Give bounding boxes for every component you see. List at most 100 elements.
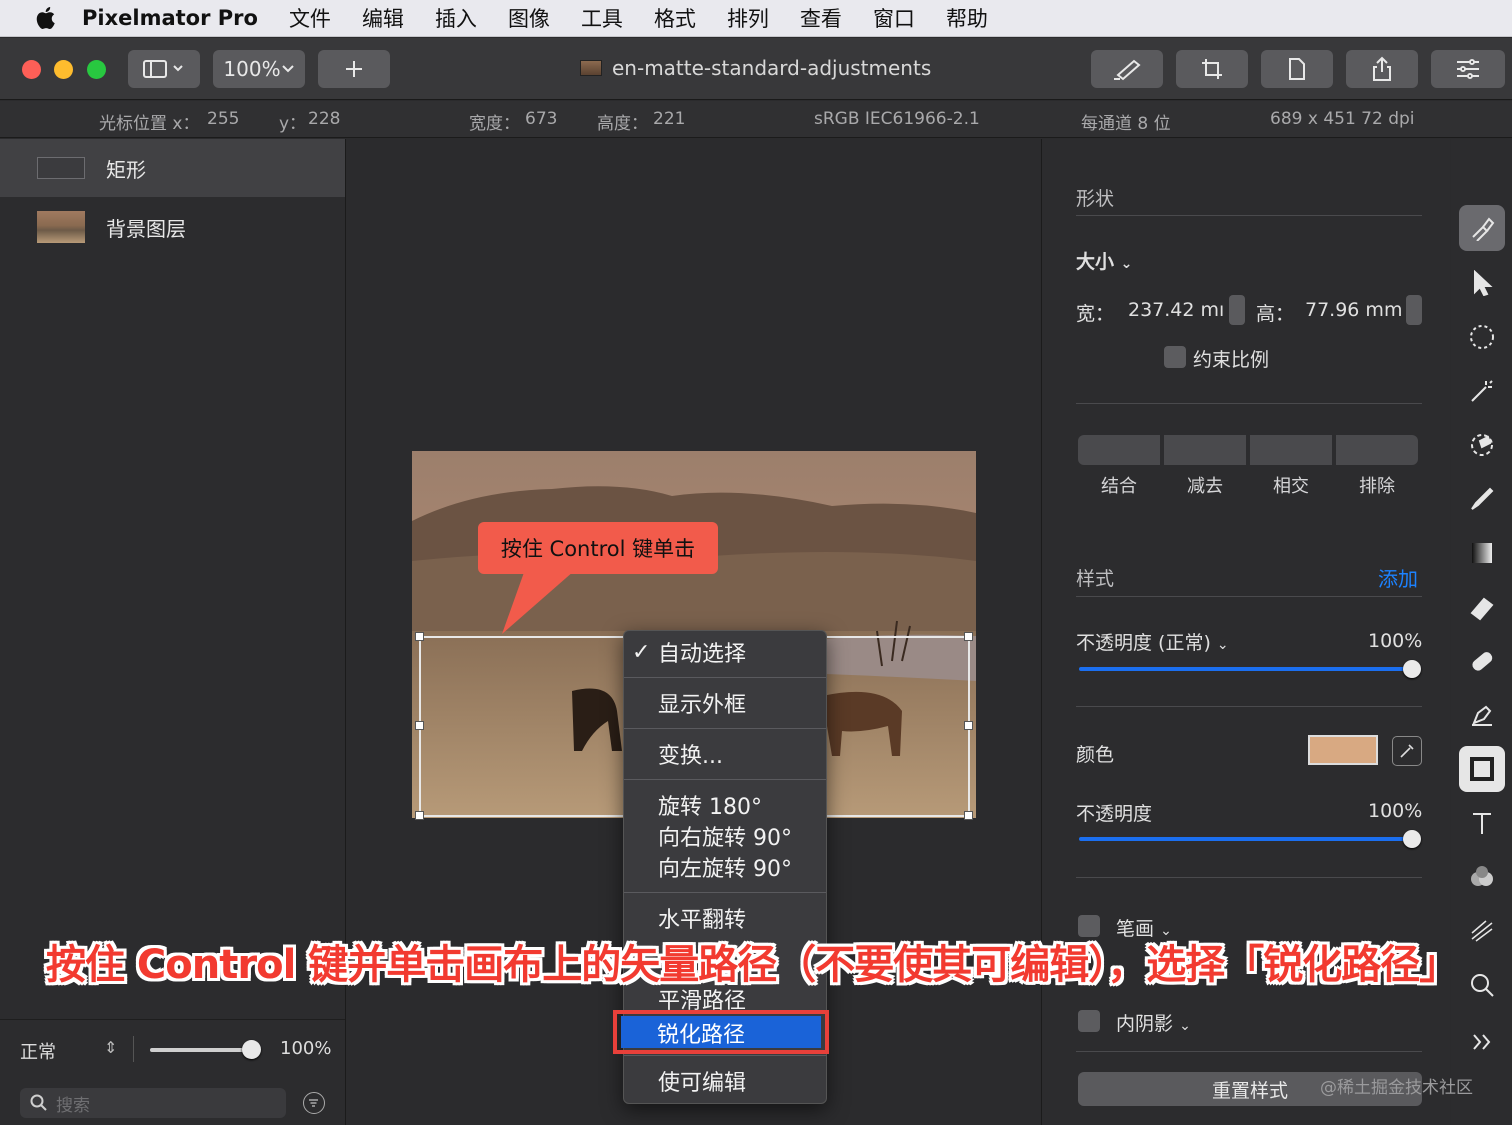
repair-icon[interactable]	[1459, 638, 1505, 684]
menu-image[interactable]: 图像	[508, 3, 550, 33]
menu-item-make-editable[interactable]: 使可编辑	[624, 1065, 826, 1097]
menu-item-label: 变换...	[658, 744, 723, 769]
arrange-tool-icon[interactable]	[1459, 260, 1505, 306]
menu-edit[interactable]: 编辑	[362, 3, 404, 33]
constrain-proportions-label: 约束比例	[1193, 349, 1270, 371]
layer-opacity-slider-thumb[interactable]	[242, 1040, 261, 1059]
color-adjust-icon[interactable]	[1459, 422, 1505, 468]
resize-handle[interactable]	[964, 721, 973, 730]
apple-logo-icon[interactable]	[34, 5, 60, 31]
layer-opacity-slider[interactable]	[150, 1048, 254, 1052]
style-tool-icon[interactable]	[1459, 205, 1505, 251]
inspector-toggle-button[interactable]	[1431, 50, 1505, 88]
height-field[interactable]: 77.96 mm	[1305, 299, 1402, 321]
layer-row-background[interactable]: 背景图层	[0, 198, 345, 256]
app-name-menu[interactable]: Pixelmator Pro	[82, 6, 258, 30]
magic-wand-icon[interactable]	[1459, 368, 1505, 414]
layer-row-rectangle[interactable]: 矩形	[0, 139, 345, 197]
chevron-down-icon: ⌄	[1216, 637, 1229, 653]
menu-arrange[interactable]: 排列	[727, 3, 769, 33]
opacity-normal-dropdown[interactable]: 不透明度 (正常) ⌄	[1076, 628, 1229, 655]
constrain-proportions-checkbox[interactable]	[1164, 346, 1186, 368]
menu-window[interactable]: 窗口	[873, 3, 915, 33]
inner-shadow-checkbox[interactable]	[1078, 1010, 1100, 1032]
menu-view[interactable]: 查看	[800, 3, 842, 33]
menu-tools[interactable]: 工具	[581, 3, 623, 33]
resize-handle[interactable]	[964, 632, 973, 641]
zoom-dropdown[interactable]: 100%	[213, 50, 305, 88]
menu-format[interactable]: 格式	[654, 3, 696, 33]
selection-height-value: 221	[653, 109, 686, 129]
blend-mode-stepper-icon[interactable]: ⇕	[104, 1038, 117, 1057]
menu-help[interactable]: 帮助	[946, 3, 988, 33]
resize-handle[interactable]	[415, 811, 424, 820]
opacity-normal-slider[interactable]	[1079, 667, 1412, 671]
cursor-y-label: y：	[279, 114, 307, 134]
menu-item-flip-horizontal[interactable]: 水平翻转	[624, 902, 826, 934]
menu-insert[interactable]: 插入	[435, 3, 477, 33]
zoom-value: 100%	[223, 57, 281, 81]
menu-item-transform[interactable]: 变换...	[624, 738, 826, 770]
subtract-button[interactable]	[1164, 435, 1246, 465]
image-size: 689 x 451 72 dpi	[1270, 109, 1415, 129]
info-bar: 光标位置 x： 255 y： 228 宽度： 673 高度： 221 sRGB …	[0, 101, 1512, 138]
height-stepper[interactable]	[1406, 295, 1422, 325]
effects-icon[interactable]	[1459, 854, 1505, 900]
menu-item-label: 使可编辑	[658, 1071, 747, 1096]
paint-icon[interactable]	[1459, 476, 1505, 522]
share-button[interactable]	[1346, 50, 1418, 88]
zoom-window-button[interactable]	[87, 60, 106, 79]
menu-separator	[624, 779, 826, 780]
selection-width-label: 宽度：	[469, 114, 520, 134]
opacity-normal-label: 不透明度 (正常)	[1076, 632, 1211, 654]
combine-button[interactable]	[1078, 435, 1160, 465]
divider	[1076, 215, 1422, 216]
filter-icon[interactable]	[303, 1092, 325, 1114]
size-dropdown[interactable]: 大小 ⌄	[1076, 247, 1132, 274]
chevron-down-icon: ⌄	[1120, 256, 1133, 272]
sidebar-toggle-button[interactable]	[128, 50, 200, 88]
blend-mode-select[interactable]: 正常	[20, 1038, 56, 1064]
menu-item-auto-select[interactable]: ✓ 自动选择	[624, 636, 826, 668]
layer-search-field[interactable]: 搜索	[20, 1088, 286, 1118]
resize-handle[interactable]	[415, 632, 424, 641]
add-style-button[interactable]: 添加	[1378, 563, 1418, 592]
close-window-button[interactable]	[22, 60, 41, 79]
document-button[interactable]	[1261, 50, 1333, 88]
eraser-icon[interactable]	[1459, 584, 1505, 630]
add-button[interactable]	[318, 50, 390, 88]
resize-handle[interactable]	[964, 811, 973, 820]
menu-item-rotate-right-90[interactable]: 向右旋转 90°	[624, 820, 826, 852]
menu-item-rotate-left-90[interactable]: 向左旋转 90°	[624, 851, 826, 883]
menu-file[interactable]: 文件	[289, 3, 331, 33]
selection-tool-icon[interactable]	[1459, 314, 1505, 360]
menu-item-rotate-180[interactable]: 旋转 180°	[624, 789, 826, 821]
fill-opacity-slider-thumb[interactable]	[1403, 830, 1421, 848]
crop-button[interactable]	[1176, 50, 1248, 88]
distort-icon[interactable]	[1459, 908, 1505, 954]
minimize-window-button[interactable]	[54, 60, 73, 79]
menu-item-show-outline[interactable]: 显示外框	[624, 687, 826, 719]
color-swatch[interactable]	[1308, 735, 1378, 765]
resize-handle[interactable]	[415, 721, 424, 730]
zoom-icon[interactable]	[1459, 962, 1505, 1008]
cursor-x-label: 光标位置 x：	[99, 114, 200, 134]
pen-icon[interactable]	[1459, 692, 1505, 738]
more-tools-icon[interactable]	[1459, 1019, 1505, 1065]
type-tool-icon[interactable]	[1459, 800, 1505, 846]
width-field[interactable]: 237.42 mı	[1128, 299, 1224, 321]
divider	[133, 1036, 134, 1062]
search-icon	[30, 1094, 47, 1111]
tools-strip	[1451, 139, 1512, 1125]
edit-paint-button[interactable]	[1091, 50, 1163, 88]
intersect-button[interactable]	[1250, 435, 1332, 465]
opacity-normal-slider-thumb[interactable]	[1403, 660, 1421, 678]
exclude-button[interactable]	[1336, 435, 1418, 465]
background-layer-thumbnail	[37, 211, 85, 243]
inner-shadow-dropdown[interactable]: 内阴影 ⌄	[1116, 1009, 1191, 1036]
eyedropper-button[interactable]	[1392, 736, 1422, 766]
width-stepper[interactable]	[1229, 295, 1245, 325]
fill-opacity-slider[interactable]	[1079, 837, 1412, 841]
gradient-icon[interactable]	[1459, 530, 1505, 576]
shape-tool-icon[interactable]	[1459, 746, 1505, 792]
